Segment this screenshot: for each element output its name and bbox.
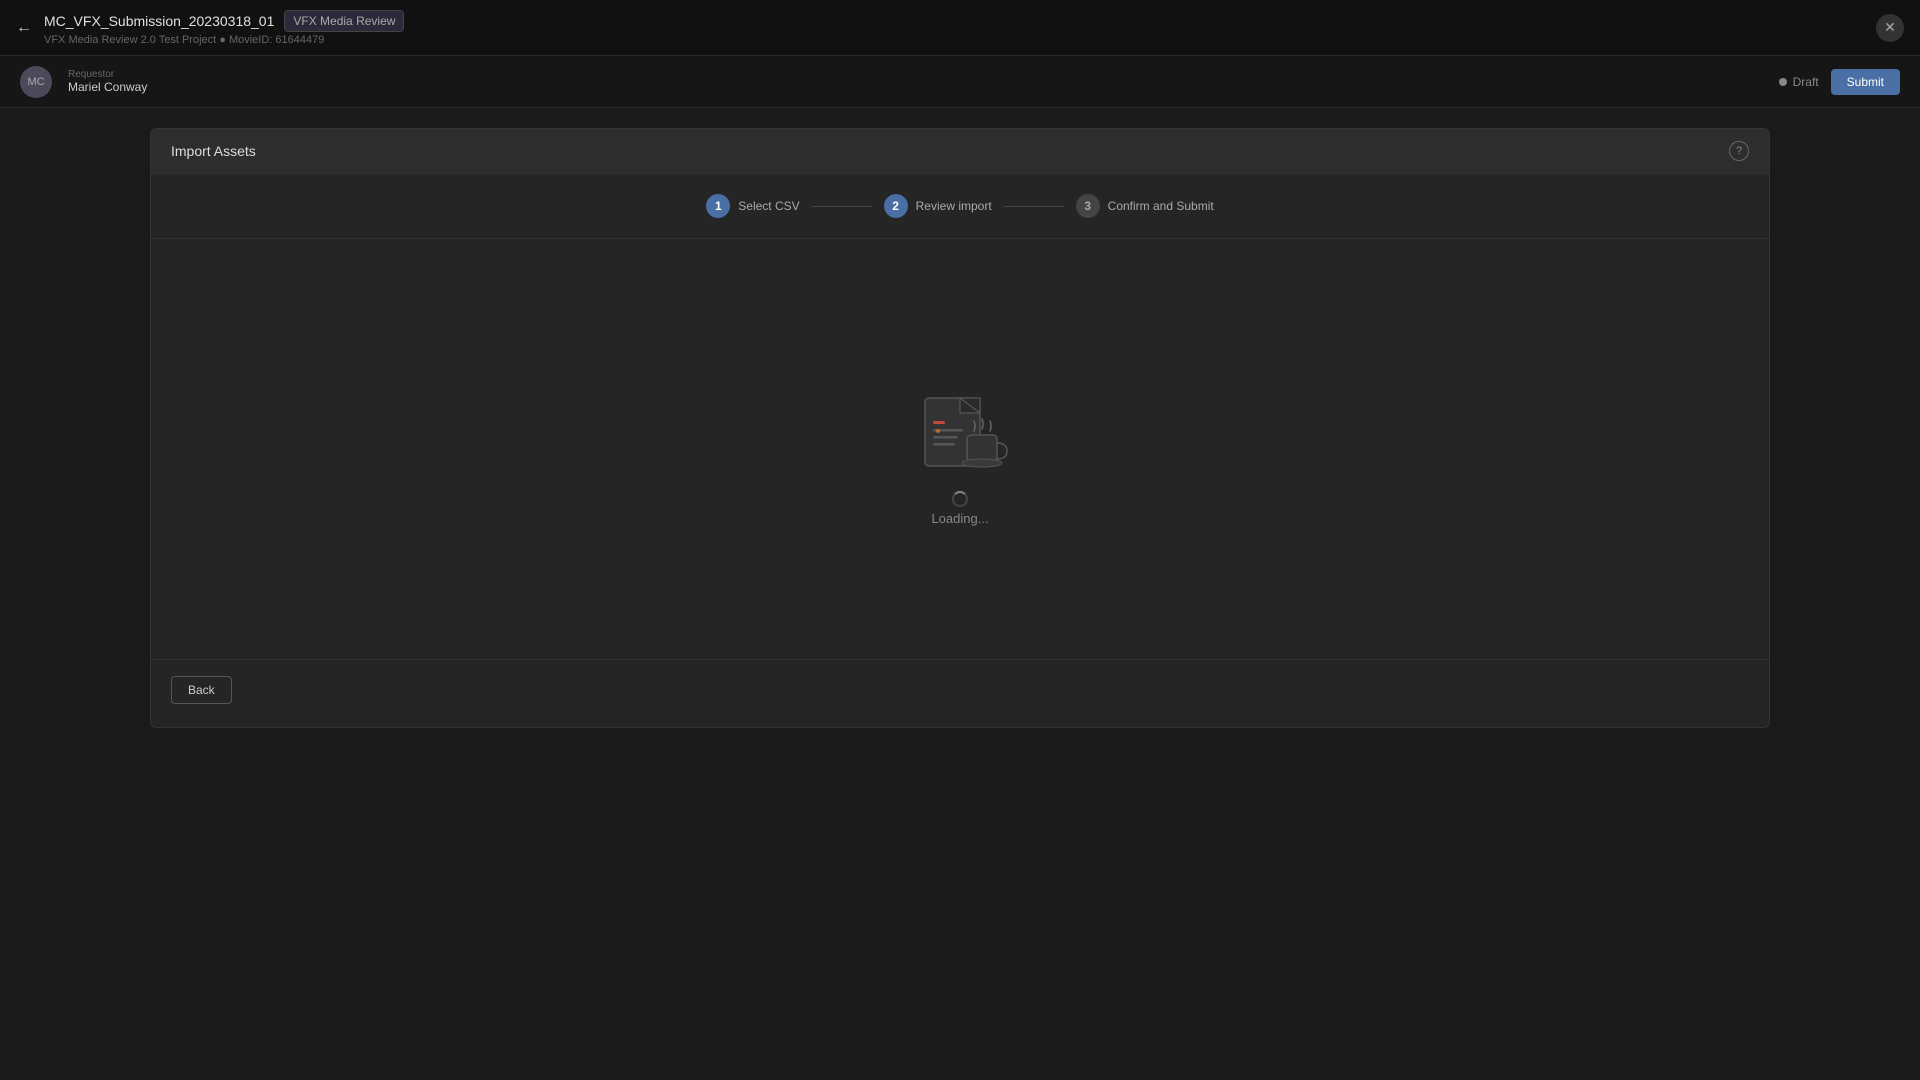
help-icon-button[interactable]: ? [1729, 141, 1749, 161]
dialog-title: Import Assets [171, 143, 256, 159]
step-divider-2 [1004, 206, 1064, 207]
back-button[interactable]: Back [171, 676, 232, 704]
requester-info: Requestor Mariel Conway [68, 69, 147, 94]
step-2: 2 Review import [884, 194, 992, 218]
stepper: 1 Select CSV 2 Review import 3 Confirm a… [151, 174, 1769, 239]
loading-stack: Loading... [905, 393, 1015, 526]
step-2-label: Review import [916, 199, 992, 213]
step-divider-1 [812, 206, 872, 207]
sub-header-right: Draft Submit [1779, 69, 1900, 95]
spinner-icon [952, 491, 968, 507]
back-navigation-button[interactable]: ← [16, 19, 32, 37]
step-2-circle: 2 [884, 194, 908, 218]
submit-button[interactable]: Submit [1831, 69, 1900, 95]
close-icon-button[interactable]: ✕ [1876, 14, 1904, 42]
top-bar: ← MC_VFX_Submission_20230318_01 VFX Medi… [0, 0, 1920, 56]
sub-header: MC Requestor Mariel Conway Draft Submit [0, 56, 1920, 108]
step-2-number: 2 [892, 199, 899, 213]
dialog-footer: Back [151, 659, 1769, 720]
question-mark-icon: ? [1736, 145, 1742, 157]
project-info: MC_VFX_Submission_20230318_01 VFX Media … [44, 10, 404, 46]
main-area: Import Assets ? 1 Select CSV 2 Review im… [0, 108, 1920, 748]
step-1-circle: 1 [706, 194, 730, 218]
import-assets-dialog: Import Assets ? 1 Select CSV 2 Review im… [150, 128, 1770, 728]
step-1-number: 1 [715, 199, 722, 213]
draft-dot-icon [1779, 78, 1787, 86]
requester-name: Mariel Conway [68, 80, 147, 94]
loading-text-label: Loading... [931, 511, 988, 526]
project-subtitle: VFX Media Review 2.0 Test Project ● Movi… [44, 34, 404, 46]
draft-status: Draft [1779, 75, 1819, 89]
draft-label: Draft [1793, 75, 1819, 89]
loading-content-area: Loading... [151, 239, 1769, 659]
back-arrow-icon: ← [16, 19, 32, 37]
loading-indicator [952, 491, 968, 507]
top-bar-right: ✕ [1876, 14, 1904, 42]
top-bar-left: ← MC_VFX_Submission_20230318_01 VFX Medi… [16, 10, 1864, 46]
loading-illustration [905, 393, 1015, 483]
step-1-label: Select CSV [738, 199, 799, 213]
step-3-label: Confirm and Submit [1108, 199, 1214, 213]
step-1: 1 Select CSV [706, 194, 799, 218]
requester-label: Requestor [68, 69, 147, 80]
avatar: MC [20, 66, 52, 98]
vfx-tag-badge: VFX Media Review [284, 10, 404, 32]
step-3-number: 3 [1084, 199, 1091, 213]
step-3-circle: 3 [1076, 194, 1100, 218]
step-3: 3 Confirm and Submit [1076, 194, 1214, 218]
dialog-header: Import Assets ? [151, 129, 1769, 174]
close-icon: ✕ [1884, 19, 1896, 36]
project-title: MC_VFX_Submission_20230318_01 [44, 13, 274, 29]
